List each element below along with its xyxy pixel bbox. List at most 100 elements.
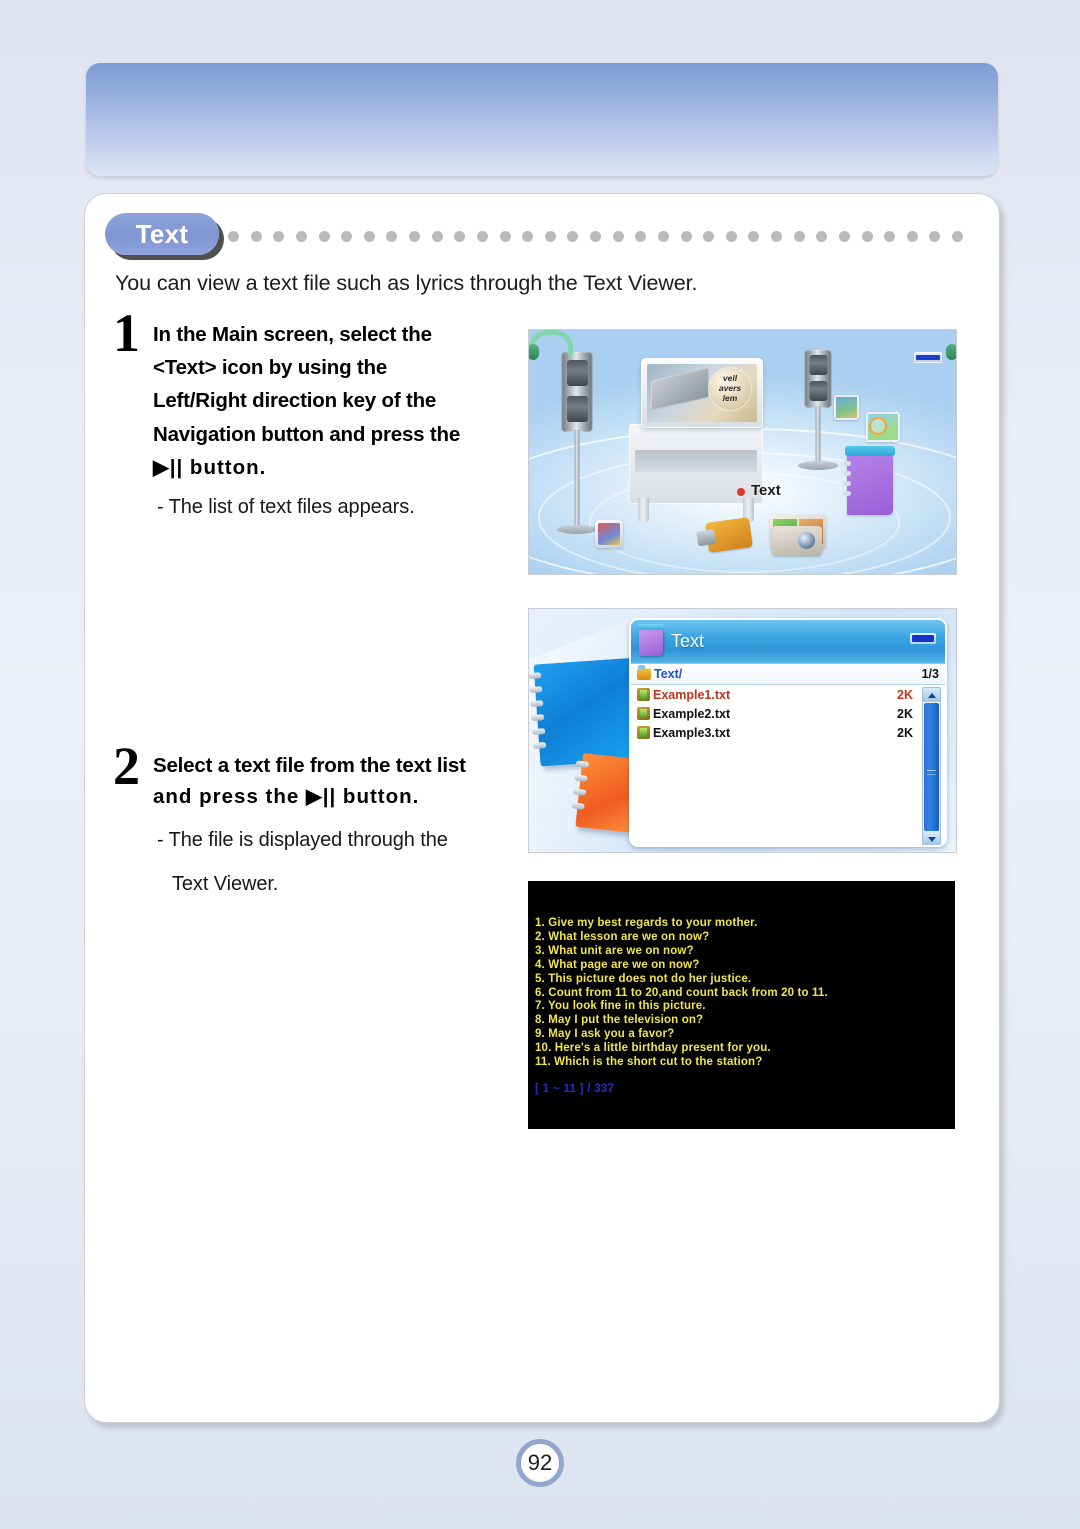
text-file-icon bbox=[637, 688, 650, 701]
step-1-title-line-3: Left/Right direction key of the bbox=[153, 389, 437, 413]
step-1-note-1: - The list of text files appears. bbox=[157, 496, 415, 519]
viewer-text-line: 7. You look fine in this picture. bbox=[535, 1000, 706, 1013]
device-path-label: Text/ bbox=[654, 667, 683, 681]
tv-screen: vell avers lem bbox=[647, 364, 757, 422]
content-card: Text You can view a text file such as ly… bbox=[84, 193, 1000, 1423]
divider-dot bbox=[318, 230, 330, 242]
file-name: Example1.txt bbox=[653, 687, 731, 702]
file-list-illustration: Text Text/ 1/3 Example1.txt 2K Example2.… bbox=[529, 609, 956, 852]
step-1-title-line-1: In the Main screen, select the bbox=[153, 323, 432, 346]
divider-dot bbox=[680, 230, 692, 242]
magnifier-icon bbox=[869, 417, 887, 435]
device-battery-fill bbox=[912, 635, 934, 642]
file-size: 2K bbox=[897, 706, 913, 721]
divider-dot bbox=[884, 230, 896, 242]
camera-lens-icon bbox=[798, 532, 815, 549]
figure-main-screen: vell avers lem Text bbox=[528, 329, 957, 575]
speaker-right-driver-top bbox=[809, 355, 827, 375]
divider-dot bbox=[816, 230, 828, 242]
divider-dot bbox=[522, 230, 534, 242]
dotted-divider bbox=[228, 230, 963, 242]
text-book-spine bbox=[845, 446, 895, 456]
file-list-row[interactable]: Example3.txt 2K bbox=[631, 723, 945, 742]
divider-dot bbox=[703, 230, 715, 242]
step-1-body: In the Main screen, select the <Text> ic… bbox=[113, 318, 533, 523]
step-1-number: 1 bbox=[113, 303, 140, 363]
game-app-thumb bbox=[598, 523, 620, 545]
divider-dot bbox=[748, 230, 760, 242]
main-menu-selected-label: Text bbox=[751, 482, 781, 499]
text-file-icon bbox=[637, 707, 650, 720]
figure-file-list: Text Text/ 1/3 Example1.txt 2K Example2.… bbox=[528, 608, 957, 853]
text-book-title-icon-spine bbox=[638, 623, 664, 630]
file-size: 2K bbox=[897, 725, 913, 740]
headphone-ear-left bbox=[529, 344, 539, 360]
step-1-title-line-5: ▶|| button. bbox=[153, 455, 267, 479]
viewer-text-line: 10. Here's a little birthday present for… bbox=[535, 1042, 771, 1055]
folder-icon bbox=[637, 665, 651, 680]
blue-notebook-graphic bbox=[529, 657, 645, 767]
text-book-title-icon bbox=[638, 623, 664, 656]
tv-stand-shelf bbox=[635, 450, 757, 472]
device-window: Text Text/ 1/3 Example1.txt 2K Example2.… bbox=[629, 618, 947, 847]
viewer-text-line: 9. May I ask you a favor? bbox=[535, 1028, 675, 1041]
divider-dot bbox=[952, 230, 963, 242]
divider-dot bbox=[590, 230, 601, 242]
page-number-badge: 92 bbox=[516, 1439, 564, 1487]
step-2-body: Select a text file from the text list an… bbox=[113, 751, 533, 900]
viewer-text-line: 4. What page are we on now? bbox=[535, 958, 700, 971]
device-path-bar: Text/ 1/3 bbox=[631, 664, 945, 685]
search-app-icon[interactable] bbox=[866, 412, 900, 442]
divider-dot bbox=[544, 230, 556, 242]
file-name: Example2.txt bbox=[653, 706, 731, 721]
step-1-title: In the Main screen, select the <Text> ic… bbox=[153, 318, 533, 484]
device-scrollbar[interactable] bbox=[922, 687, 941, 845]
speaker-left-base bbox=[557, 525, 597, 534]
scroll-down-arrow-icon[interactable] bbox=[923, 832, 940, 845]
file-name: Example3.txt bbox=[653, 725, 731, 740]
page-header-banner bbox=[86, 63, 998, 176]
scrollbar-thumb[interactable] bbox=[924, 703, 939, 831]
text-book-icon[interactable] bbox=[843, 446, 895, 515]
divider-dot bbox=[363, 230, 375, 242]
keyboard-graphic bbox=[651, 367, 709, 411]
battery-fill bbox=[916, 355, 940, 360]
divider-dot bbox=[476, 230, 488, 242]
text-file-icon bbox=[637, 726, 650, 739]
section-tab-text: Text bbox=[105, 213, 219, 255]
step-2-title: Select a text file from the text list an… bbox=[153, 751, 533, 812]
speaker-left-driver-top bbox=[566, 360, 588, 386]
text-book-rings bbox=[843, 461, 851, 496]
divider-dot bbox=[567, 230, 579, 242]
speaker-left-icon bbox=[551, 352, 603, 534]
speaker-right-driver-bottom bbox=[809, 381, 827, 401]
divider-dot bbox=[771, 230, 782, 242]
divider-dot bbox=[250, 230, 262, 242]
viewer-text-line: 1. Give my best regards to your mother. bbox=[535, 917, 758, 929]
file-list-row[interactable]: Example2.txt 2K bbox=[631, 704, 945, 723]
tv-icon: vell avers lem bbox=[641, 358, 763, 428]
step-2-note-2: Text Viewer. bbox=[172, 873, 279, 896]
tv-stand-leg-left bbox=[638, 498, 649, 522]
divider-dot bbox=[635, 230, 647, 242]
photo-app-icon bbox=[834, 395, 859, 420]
main-menu-illustration: vell avers lem Text bbox=[529, 330, 956, 574]
section-tab-label: Text bbox=[135, 218, 189, 249]
divider-dot bbox=[341, 230, 353, 242]
text-viewer-screen: 1. Give my best regards to your mother. … bbox=[528, 881, 955, 1129]
file-list-row[interactable]: Example1.txt 2K bbox=[631, 685, 945, 704]
divider-dot bbox=[657, 230, 669, 242]
speaker-left-pole bbox=[574, 430, 580, 528]
divider-dot bbox=[295, 230, 307, 242]
scroll-up-arrow-icon[interactable] bbox=[923, 688, 940, 702]
divider-dot bbox=[906, 230, 918, 242]
selected-item-dot-icon bbox=[737, 488, 745, 496]
device-battery-icon bbox=[910, 633, 936, 644]
divider-dot bbox=[929, 230, 941, 242]
divider-dot bbox=[409, 230, 420, 242]
viewer-text-line: 3. What unit are we on now? bbox=[535, 944, 694, 957]
video-app-icon bbox=[696, 517, 753, 553]
device-title-bar: Text bbox=[631, 620, 945, 664]
magnifier-text-graphic: vell avers lem bbox=[709, 368, 751, 410]
headphone-ear-right bbox=[946, 344, 956, 360]
